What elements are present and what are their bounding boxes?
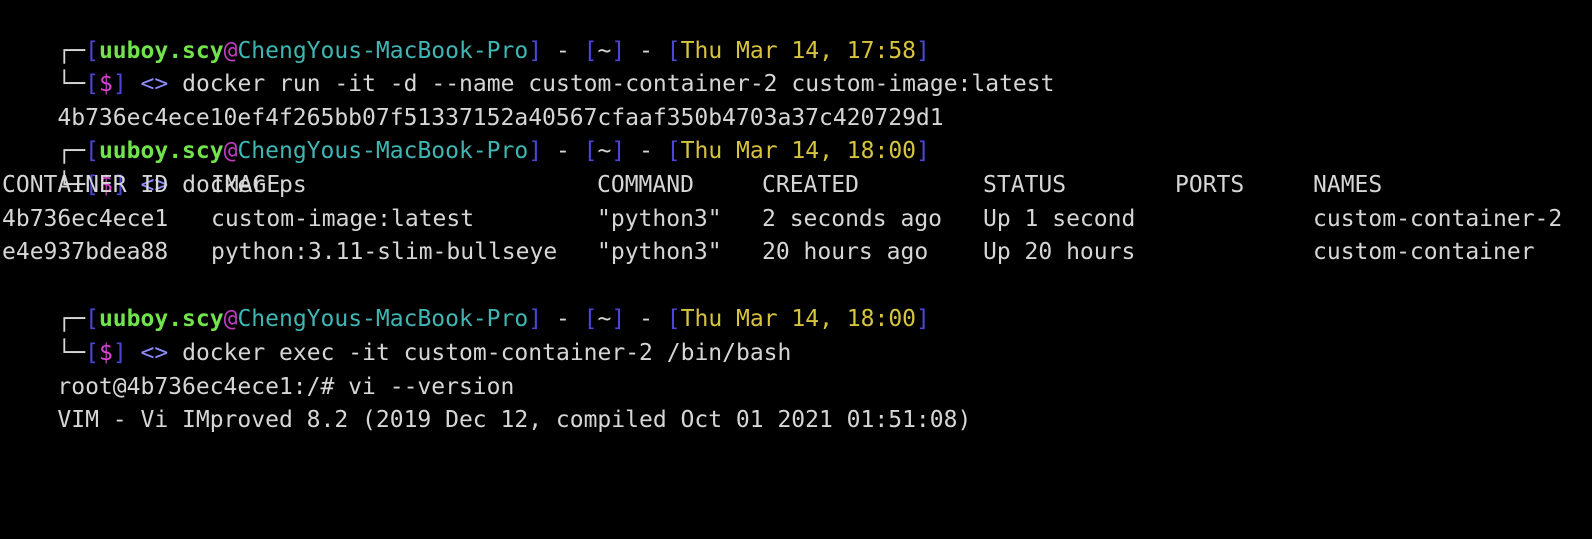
output-line: VIM - Vi IMproved 8.2 (2019 Dec 12, comp… (0, 371, 1592, 433)
command-line: └─[$] <> docker exec -it custom-containe… (57, 339, 792, 366)
ps-header-ports: PORTS (1175, 171, 1245, 198)
table-row: 4b736ec4ece1 custom-image:latest "python… (0, 203, 1592, 237)
ps-cell-created: 2 seconds ago (762, 205, 943, 232)
ps-cell-command: "python3" (597, 239, 722, 266)
output-text: VIM - Vi IMproved 8.2 (2019 Dec 12, comp… (57, 407, 972, 434)
command-line: └─[$] <> docker run -it -d --name custom… (57, 71, 1055, 98)
terminal-window[interactable]: ┌─[uuboy.scy@ChengYous-MacBook-Pro] - [~… (0, 0, 1592, 434)
ps-table-header: CONTAINER ID IMAGE COMMAND CREATED STATU… (0, 169, 1592, 203)
ps-header-image: IMAGE (211, 171, 281, 198)
prompt-line: ┌─[uuboy.scy@ChengYous-MacBook-Pro] - [~… (57, 138, 930, 165)
ps-header-names: NAMES (1313, 171, 1383, 198)
table-row: e4e937bdea88 python:3.11-slim-bullseye "… (0, 236, 1592, 270)
ps-header-created: CREATED (762, 171, 859, 198)
ps-cell-status: Up 20 hours (983, 239, 1136, 266)
ps-cell-image: python:3.11-slim-bullseye (211, 239, 558, 266)
prompt-line: ┌─[uuboy.scy@ChengYous-MacBook-Pro] - [~… (57, 306, 930, 333)
ps-header-status: STATUS (983, 171, 1067, 198)
ps-cell-created: 20 hours ago (762, 239, 929, 266)
ps-cell-container-id: e4e937bdea88 (2, 239, 169, 266)
ps-cell-status: Up 1 second (983, 205, 1136, 232)
ps-header-container-id: CONTAINER ID (2, 171, 169, 198)
ps-cell-names: custom-container-2 (1313, 205, 1563, 232)
ps-cell-command: "python3" (597, 205, 722, 232)
output-line: 4b736ec4ece10ef4f265bb07f51337152a40567c… (0, 68, 1592, 131)
ps-cell-names: custom-container (1313, 239, 1535, 266)
ps-cell-container-id: 4b736ec4ece1 (2, 205, 169, 232)
command-line: └─[$] <> docker ps (57, 171, 307, 198)
ps-cell-image: custom-image:latest (211, 205, 475, 232)
ps-header-command: COMMAND (597, 171, 694, 198)
prompt-line: ┌─[uuboy.scy@ChengYous-MacBook-Pro] - [~… (57, 37, 930, 64)
output-line: root@4b736ec4ece1:/# vi --version (0, 337, 1592, 400)
